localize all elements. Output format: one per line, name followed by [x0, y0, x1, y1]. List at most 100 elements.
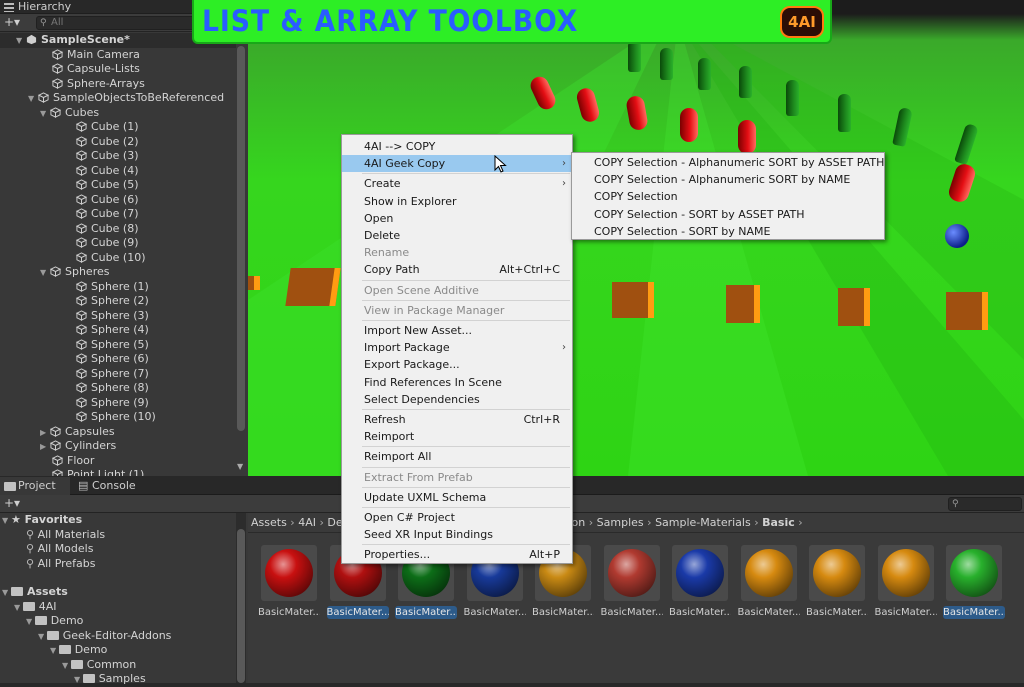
- menu-item-find-references-in-scene[interactable]: Find References In Scene: [342, 374, 572, 391]
- cube: [946, 292, 988, 330]
- project-add-dropdown-button[interactable]: +▾: [4, 496, 20, 510]
- hierarchy-item[interactable]: Cube (4): [0, 164, 236, 179]
- cube: [838, 288, 870, 326]
- menu-item-reimport[interactable]: Reimport: [342, 428, 572, 445]
- menu-item-refresh[interactable]: Refresh Ctrl+R: [342, 411, 572, 428]
- submenu-item-copy-selection[interactable]: COPY Selection - SORT by NAME: [572, 223, 884, 240]
- material-asset[interactable]: BasicMater...: [738, 545, 800, 619]
- material-thumbnail: [809, 545, 865, 601]
- menu-item-open[interactable]: Open: [342, 210, 572, 227]
- menu-item-delete[interactable]: Delete: [342, 227, 572, 244]
- hierarchy-item[interactable]: ▼ SampleObjectsToBeReferenced: [0, 91, 236, 106]
- hierarchy-item[interactable]: Cube (3): [0, 149, 236, 164]
- project-splitter[interactable]: [236, 513, 246, 683]
- menu-item-import-new-asset[interactable]: Import New Asset...: [342, 322, 572, 339]
- folder-item[interactable]: ▼ Common: [62, 658, 136, 673]
- hierarchy-item[interactable]: ▼ Cubes: [0, 106, 236, 121]
- favorite-item[interactable]: ⚲ All Materials: [26, 528, 105, 543]
- submenu-item-copy-selection[interactable]: COPY Selection - Alphanumeric SORT by AS…: [572, 154, 884, 171]
- menu-item-copy-path[interactable]: Copy Path Alt+Ctrl+C: [342, 261, 572, 278]
- menu-item-create[interactable]: Create ›: [342, 175, 572, 192]
- material-asset[interactable]: BasicMater...: [258, 545, 320, 619]
- hierarchy-item[interactable]: Capsule-Lists: [0, 62, 236, 77]
- gameobject-cube-icon: [52, 77, 63, 89]
- hierarchy-item-label: Sphere (5): [91, 337, 149, 351]
- folder-item[interactable]: ▼ Demo: [26, 614, 83, 629]
- menu-item-update-uxml-schema[interactable]: Update UXML Schema: [342, 489, 572, 506]
- collapsed-arrow-icon[interactable]: ▶: [40, 426, 50, 440]
- expand-arrow-icon[interactable]: ▼: [40, 107, 50, 121]
- favorites-header[interactable]: ▼ ★ Favorites: [2, 513, 82, 528]
- favorite-item[interactable]: ⚲ All Models: [26, 542, 93, 557]
- hierarchy-item[interactable]: Sphere (4): [0, 323, 236, 338]
- hierarchy-item[interactable]: Cube (2): [0, 135, 236, 150]
- expand-arrow-icon[interactable]: ▼: [40, 266, 50, 280]
- menu-item-import-package[interactable]: Import Package ›: [342, 339, 572, 356]
- hierarchy-item[interactable]: Cube (7): [0, 207, 236, 222]
- add-dropdown-button[interactable]: +▾: [4, 15, 20, 29]
- menu-item-select-dependencies[interactable]: Select Dependencies: [342, 391, 572, 408]
- tab-project[interactable]: Project: [0, 477, 70, 495]
- menu-item-4ai-copy[interactable]: 4AI --> COPY: [342, 138, 572, 155]
- hierarchy-item-label: Sphere (2): [91, 294, 149, 307]
- expand-arrow-icon[interactable]: ▼: [16, 34, 26, 48]
- gameobject-cube-icon: [76, 396, 87, 408]
- hierarchy-item[interactable]: Sphere (1): [0, 280, 236, 295]
- hierarchy-item[interactable]: Sphere (3): [0, 309, 236, 324]
- project-search-input[interactable]: ⚲: [948, 497, 1022, 511]
- hierarchy-item[interactable]: ▶ Capsules: [0, 425, 236, 440]
- scroll-down-arrow-icon[interactable]: ▼: [237, 462, 243, 471]
- material-asset[interactable]: BasicMater...: [806, 545, 868, 619]
- project-folder-tree: ▼ ★ Favorites ⚲ All Materials ⚲ All Mode…: [0, 513, 248, 685]
- hierarchy-item[interactable]: Main Camera: [0, 48, 236, 63]
- expand-arrow-icon[interactable]: ▼: [28, 92, 38, 106]
- submenu-item-copy-selection[interactable]: COPY Selection - SORT by ASSET PATH: [572, 206, 884, 223]
- project-tree-scrollbar[interactable]: [237, 529, 245, 683]
- hierarchy-item[interactable]: ▼ Spheres: [0, 265, 236, 280]
- menu-item-open-c-project[interactable]: Open C# Project: [342, 509, 572, 526]
- menu-item-seed-xr-input-bindings[interactable]: Seed XR Input Bindings: [342, 526, 572, 543]
- menu-item-reimport-all[interactable]: Reimport All: [342, 448, 572, 465]
- hierarchy-item[interactable]: Cube (9): [0, 236, 236, 251]
- hierarchy-item[interactable]: Sphere (10): [0, 410, 236, 425]
- hierarchy-item[interactable]: Sphere (5): [0, 338, 236, 353]
- tab-console[interactable]: ▤ Console: [74, 477, 154, 495]
- hierarchy-item[interactable]: Cube (10): [0, 251, 236, 266]
- favorite-item[interactable]: ⚲ All Prefabs: [26, 557, 96, 572]
- hierarchy-item[interactable]: Cube (5): [0, 178, 236, 193]
- folder-item[interactable]: ▼ Demo: [50, 643, 107, 658]
- hierarchy-item[interactable]: ▶ Cylinders: [0, 439, 236, 454]
- folder-item[interactable]: ▼ Samples: [74, 672, 146, 687]
- folder-item[interactable]: ▼ Geek-Editor-Addons: [38, 629, 171, 644]
- hierarchy-item[interactable]: Sphere (9): [0, 396, 236, 411]
- hierarchy-scrollbar[interactable]: [237, 46, 245, 431]
- hierarchy-item[interactable]: Cube (8): [0, 222, 236, 237]
- hierarchy-item[interactable]: Sphere (7): [0, 367, 236, 382]
- hierarchy-item[interactable]: Sphere-Arrays: [0, 77, 236, 92]
- menu-item-show-in-explorer[interactable]: Show in Explorer: [342, 193, 572, 210]
- submenu-item-copy-selection[interactable]: COPY Selection - Alphanumeric SORT by NA…: [572, 171, 884, 188]
- collapsed-arrow-icon[interactable]: ▶: [40, 440, 50, 454]
- material-asset[interactable]: BasicMater...: [669, 545, 731, 619]
- menu-item-label: Extract From Prefab: [364, 470, 473, 484]
- hierarchy-item[interactable]: Point Light (1): [0, 468, 236, 476]
- search-icon: ⚲: [26, 527, 38, 541]
- menu-item-4ai-geek-copy[interactable]: 4AI Geek Copy ›: [342, 155, 572, 173]
- folder-item[interactable]: ▼ Assets: [2, 585, 68, 600]
- hierarchy-item[interactable]: Sphere (2): [0, 294, 236, 309]
- menu-item-label: Find References In Scene: [364, 375, 502, 389]
- menu-item-export-package[interactable]: Export Package...: [342, 356, 572, 373]
- hierarchy-item[interactable]: Cube (1): [0, 120, 236, 135]
- submenu-item-copy-selection[interactable]: COPY Selection: [572, 188, 884, 205]
- hierarchy-item[interactable]: Cube (6): [0, 193, 236, 208]
- material-asset[interactable]: BasicMater...: [601, 545, 663, 619]
- gameobject-cube-icon: [76, 324, 87, 335]
- hierarchy-item[interactable]: Sphere (8): [0, 381, 236, 396]
- material-asset[interactable]: BasicMater...: [943, 545, 1005, 619]
- menu-item-properties[interactable]: Properties... Alt+P: [342, 546, 572, 563]
- gameobject-cube-icon: [76, 382, 87, 393]
- hierarchy-item[interactable]: Floor: [0, 454, 236, 469]
- hierarchy-item[interactable]: Sphere (6): [0, 352, 236, 367]
- material-asset[interactable]: BasicMater...: [875, 545, 937, 619]
- folder-item[interactable]: ▼ 4AI: [14, 600, 56, 615]
